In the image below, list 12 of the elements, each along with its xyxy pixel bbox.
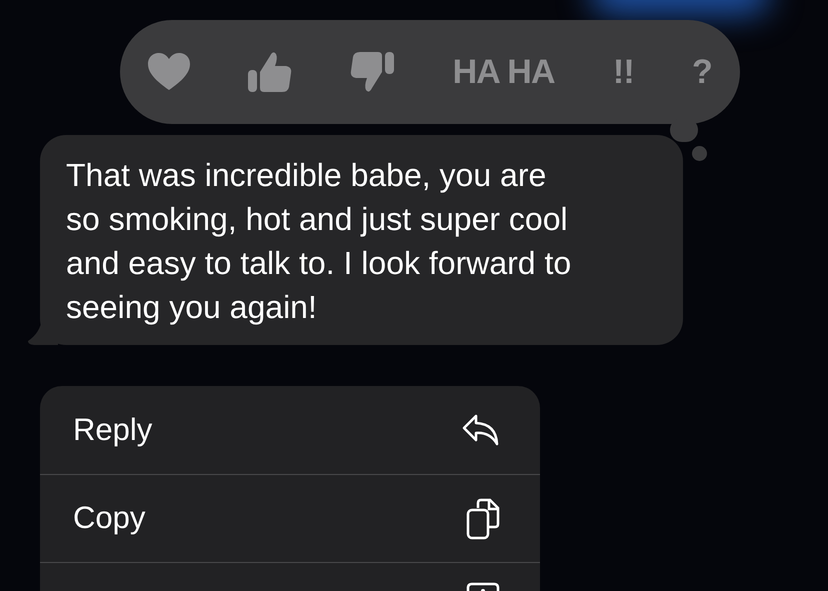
square-icon: [466, 582, 500, 591]
menu-item[interactable]: Copy: [40, 474, 540, 562]
heart-icon[interactable]: [148, 53, 190, 91]
thumbs-up-icon[interactable]: [248, 50, 292, 94]
reaction-label[interactable]: HA HA: [452, 52, 555, 92]
message-text: That was incredible babe, you are so smoking, hot and just super cool and easy to talk to. I look forward to seeing you again!: [66, 156, 572, 327]
reply-arrow-icon: [462, 414, 500, 446]
menu-item[interactable]: Reply: [40, 386, 540, 474]
thumbs-down-icon[interactable]: [350, 50, 394, 94]
reaction-label[interactable]: !!: [612, 52, 634, 92]
reaction-label[interactable]: ?: [692, 52, 712, 92]
copy-documents-icon: [466, 498, 500, 540]
